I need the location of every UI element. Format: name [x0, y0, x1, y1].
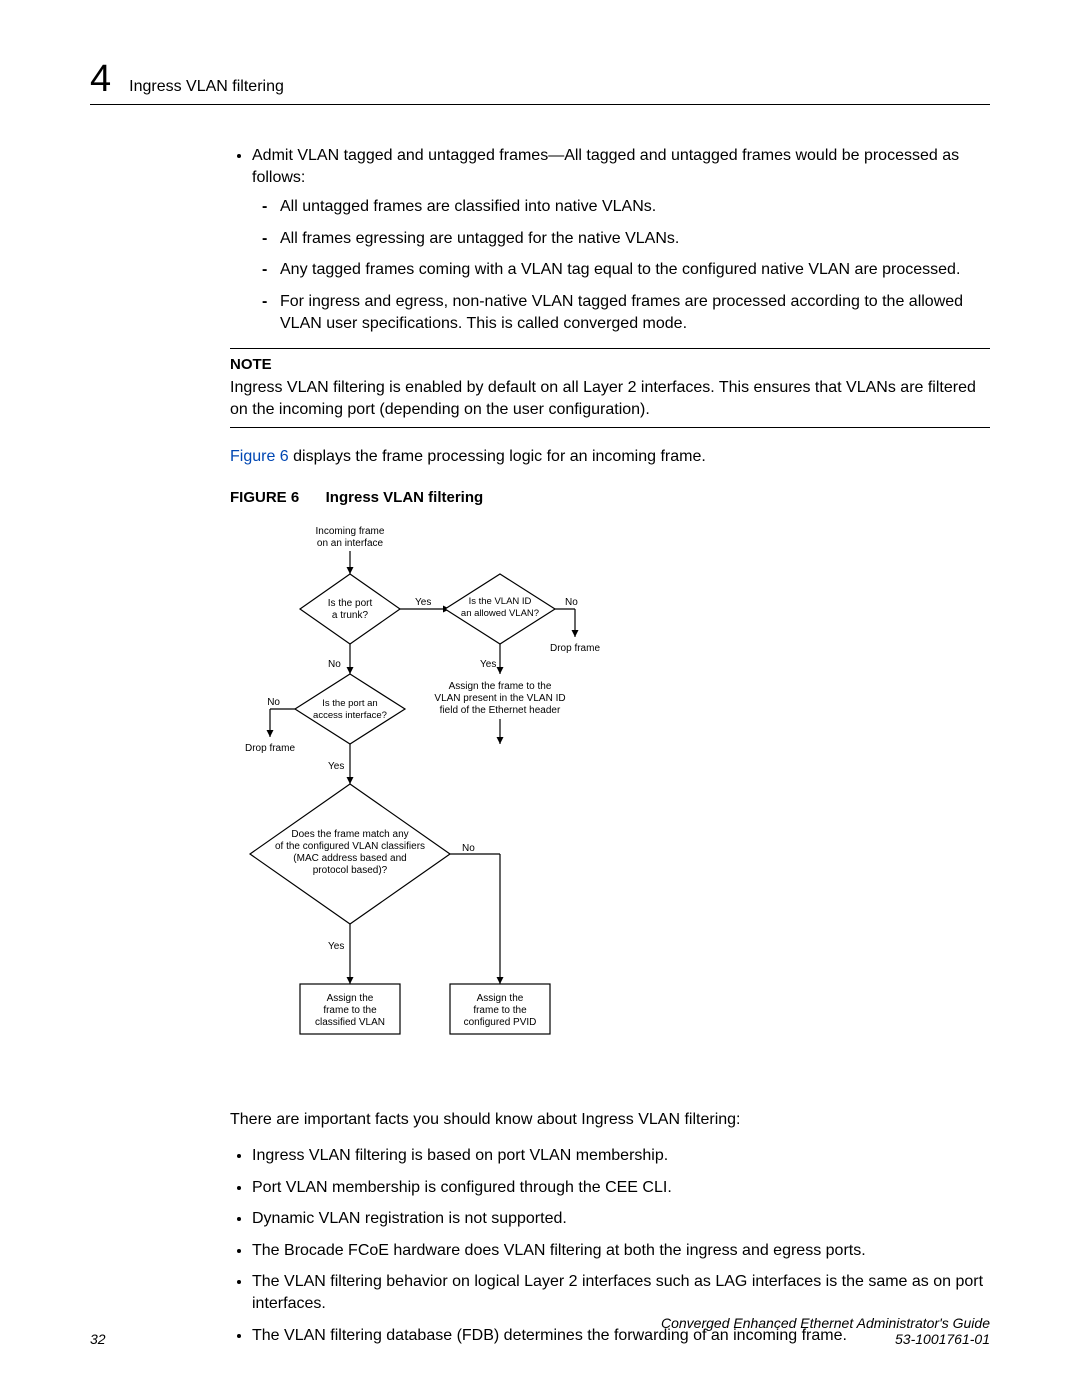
svg-text:Is the port: Is the port	[328, 598, 373, 609]
list-item: Dynamic VLAN registration is not support…	[252, 1208, 990, 1230]
dash-item: All frames egressing are untagged for th…	[280, 228, 990, 250]
chapter-number: 4	[90, 60, 111, 98]
page-header: 4 Ingress VLAN filtering	[90, 60, 990, 105]
svg-text:(MAC address based and: (MAC address based and	[293, 853, 406, 864]
footer-doc-id: 53-1001761-01	[661, 1331, 990, 1347]
bullet-intro: Admit VLAN tagged and untagged frames—Al…	[252, 147, 959, 186]
svg-text:a trunk?: a trunk?	[332, 610, 369, 621]
svg-text:Assign the frame to the: Assign the frame to the	[449, 681, 552, 692]
section-title: Ingress VLAN filtering	[129, 78, 284, 96]
figure-ref-paragraph: Figure 6 displays the frame processing l…	[230, 446, 990, 468]
dash-item: Any tagged frames coming with a VLAN tag…	[280, 259, 990, 281]
footer-doc-info: Converged Enhanced Ethernet Administrato…	[661, 1315, 990, 1347]
note-block: NOTE Ingress VLAN filtering is enabled b…	[230, 348, 990, 427]
svg-text:of the configured VLAN classif: of the configured VLAN classifiers	[275, 841, 425, 852]
page-number: 32	[90, 1331, 106, 1347]
svg-text:configured PVID: configured PVID	[464, 1017, 537, 1028]
svg-text:Is the VLAN ID: Is the VLAN ID	[469, 596, 532, 607]
svg-text:Does the frame match any: Does the frame match any	[291, 829, 408, 840]
footer-doc-title: Converged Enhanced Ethernet Administrato…	[661, 1315, 990, 1331]
svg-text:Is the port an: Is the port an	[322, 698, 377, 709]
svg-text:on an interface: on an interface	[317, 538, 384, 549]
svg-text:No: No	[267, 697, 280, 708]
figure-link[interactable]: Figure 6	[230, 448, 289, 465]
list-item: The VLAN filtering behavior on logical L…	[252, 1271, 990, 1314]
dash-item: All untagged frames are classified into …	[280, 196, 990, 218]
flowchart-diagram: Incoming frame on an interface Is the po…	[240, 519, 990, 1096]
page-content: Admit VLAN tagged and untagged frames—Al…	[230, 145, 990, 1346]
svg-text:frame to the: frame to the	[323, 1005, 377, 1016]
svg-text:Yes: Yes	[328, 761, 344, 772]
svg-text:No: No	[328, 659, 341, 670]
svg-text:frame to the: frame to the	[473, 1005, 527, 1016]
svg-text:an allowed VLAN?: an allowed VLAN?	[461, 608, 539, 619]
svg-text:Yes: Yes	[328, 941, 344, 952]
list-item: Port VLAN membership is configured throu…	[252, 1177, 990, 1199]
figure-ref-rest: displays the frame processing logic for …	[289, 448, 706, 465]
svg-text:Assign the: Assign the	[477, 993, 524, 1004]
note-body: Ingress VLAN filtering is enabled by def…	[230, 377, 990, 420]
figure-caption: FIGURE 6 Ingress VLAN filtering	[230, 487, 990, 509]
svg-text:Incoming frame: Incoming frame	[316, 526, 385, 537]
svg-text:VLAN present in the VLAN ID: VLAN present in the VLAN ID	[434, 693, 565, 704]
list-item: The Brocade FCoE hardware does VLAN filt…	[252, 1240, 990, 1262]
svg-text:Yes: Yes	[415, 597, 431, 608]
svg-text:classified VLAN: classified VLAN	[315, 1017, 385, 1028]
svg-text:Assign the: Assign the	[327, 993, 374, 1004]
svg-text:Drop frame: Drop frame	[245, 743, 295, 754]
facts-intro: There are important facts you should kno…	[230, 1109, 990, 1131]
svg-text:Yes: Yes	[480, 659, 496, 670]
note-heading: NOTE	[230, 355, 990, 375]
svg-text:Drop frame: Drop frame	[550, 643, 600, 654]
figure-title: Ingress VLAN filtering	[326, 489, 484, 506]
svg-text:No: No	[565, 597, 578, 608]
svg-text:protocol based)?: protocol based)?	[313, 865, 388, 876]
figure-label: FIGURE 6	[230, 489, 299, 506]
svg-text:access interface?: access interface?	[313, 710, 387, 721]
dash-item: For ingress and egress, non-native VLAN …	[280, 291, 990, 334]
svg-text:field of the Ethernet header: field of the Ethernet header	[440, 705, 561, 716]
list-item: Ingress VLAN filtering is based on port …	[252, 1145, 990, 1167]
svg-text:No: No	[462, 843, 475, 854]
page-footer: 32 Converged Enhanced Ethernet Administr…	[90, 1315, 990, 1347]
list-item: Admit VLAN tagged and untagged frames—Al…	[252, 145, 990, 334]
